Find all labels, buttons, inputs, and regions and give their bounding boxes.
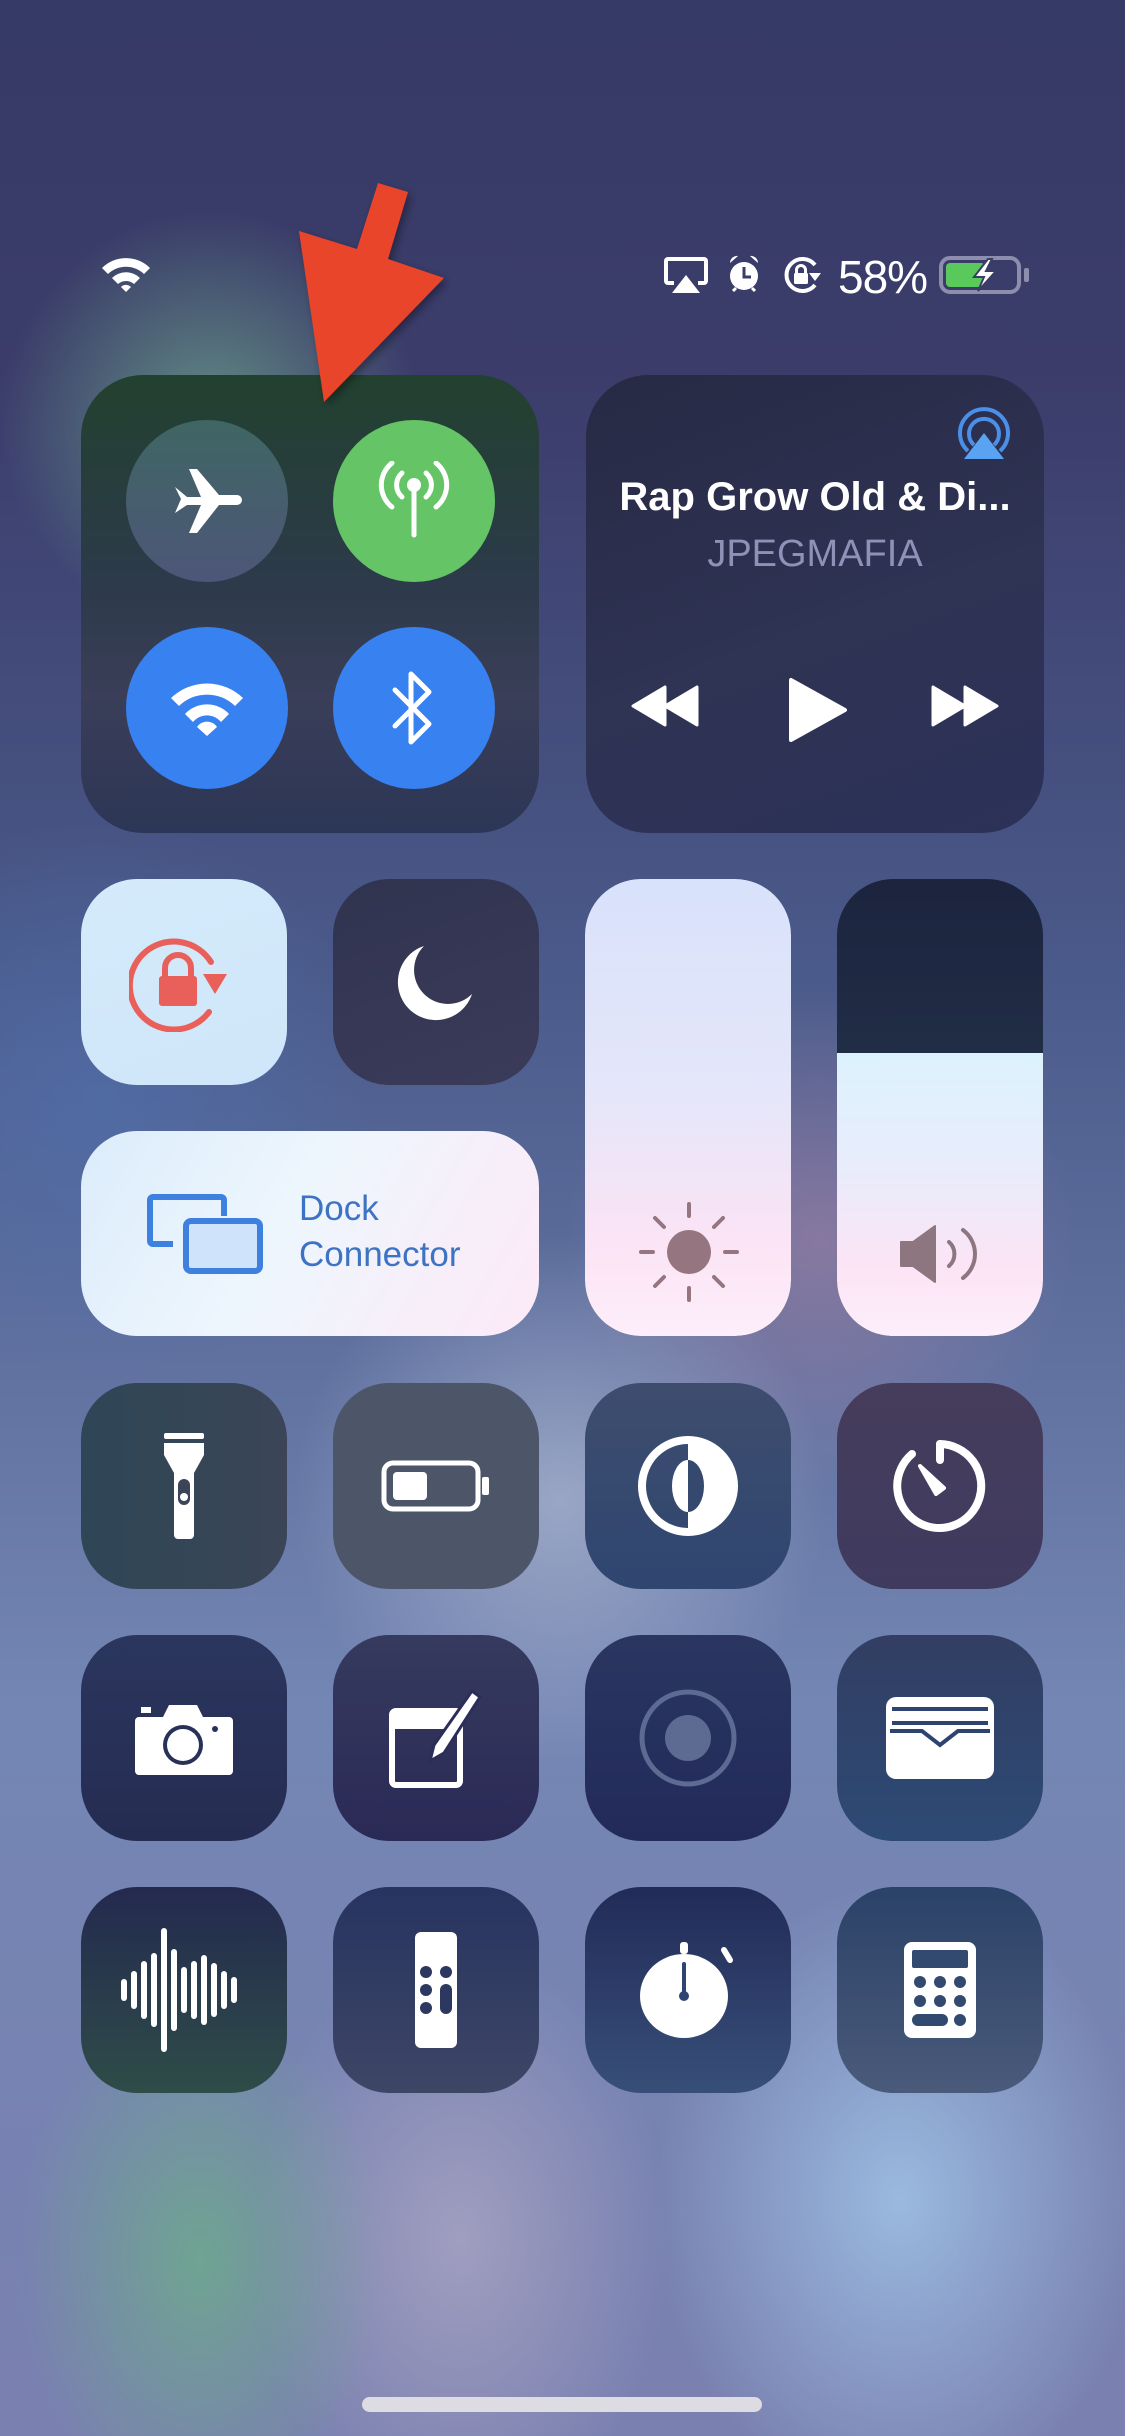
dark-mode-icon [638,1436,738,1536]
fast-forward-icon [931,685,999,727]
screen-mirroring-label: Dock Connector [299,1186,460,1278]
play-icon [789,678,847,742]
wallet-icon [886,1697,994,1779]
annotation-arrow [299,183,444,402]
record-icon [639,1689,737,1787]
screen-recording-button[interactable] [585,1635,791,1841]
wifi-toggle[interactable] [126,627,288,789]
notes-button[interactable] [333,1635,539,1841]
flashlight-icon [164,1433,204,1539]
voice-memos-button[interactable] [81,1887,287,2093]
volume-fill [837,1052,1043,1336]
sun-icon [637,1200,741,1304]
fast-forward-button[interactable] [929,685,999,727]
timer-button[interactable] [837,1383,1043,1589]
camera-icon [135,1705,233,1775]
wifi-icon [171,683,243,736]
airplane-mode-toggle[interactable] [126,420,288,582]
connectivity-module [81,375,539,833]
rotation-lock-icon [129,938,227,1032]
screen-mirroring-icon [147,1194,263,1274]
play-button[interactable] [787,677,849,743]
stopwatch-button[interactable] [585,1887,791,2093]
battery-icon [381,1460,489,1512]
screen-mirroring-label-line1: Dock [299,1189,379,1228]
home-indicator[interactable] [362,2397,762,2412]
flashlight-button[interactable] [81,1383,287,1589]
track-artist: JPEGMAFIA [707,533,923,575]
apple-tv-remote-button[interactable] [333,1887,539,2093]
rotation-lock-toggle[interactable] [81,879,287,1085]
do-not-disturb-toggle[interactable] [333,879,539,1085]
speaker-icon [899,1224,983,1284]
brightness-slider[interactable] [585,879,791,1336]
waveform-icon [121,1928,237,2052]
calculator-button[interactable] [837,1887,1043,2093]
remote-icon [415,1932,457,2048]
timer-icon [893,1440,986,1532]
cellular-data-toggle[interactable] [333,420,495,582]
antenna-icon [378,461,450,538]
calculator-icon [904,1942,976,2038]
now-playing-module[interactable]: Rap Grow Old & Di... JPEGMAFIA [586,375,1044,833]
rewind-icon [631,685,699,727]
dark-mode-button[interactable] [585,1383,791,1589]
track-title: Rap Grow Old & Di... [619,475,1011,519]
wallet-button[interactable] [837,1635,1043,1841]
stopwatch-icon [640,1942,733,2038]
screen-mirroring-button[interactable]: Dock Connector [81,1131,539,1336]
red-arrow-shape [299,183,444,402]
moon-icon [397,946,472,1021]
rewind-button[interactable] [631,685,701,727]
bluetooth-toggle[interactable] [333,627,495,789]
low-power-mode-button[interactable] [333,1383,539,1589]
airplane-icon [175,469,242,533]
volume-slider[interactable] [837,879,1043,1336]
screen-mirroring-label-line2: Connector [299,1235,461,1274]
notes-icon [389,1688,483,1788]
camera-button[interactable] [81,1635,287,1841]
bluetooth-icon [392,671,432,745]
